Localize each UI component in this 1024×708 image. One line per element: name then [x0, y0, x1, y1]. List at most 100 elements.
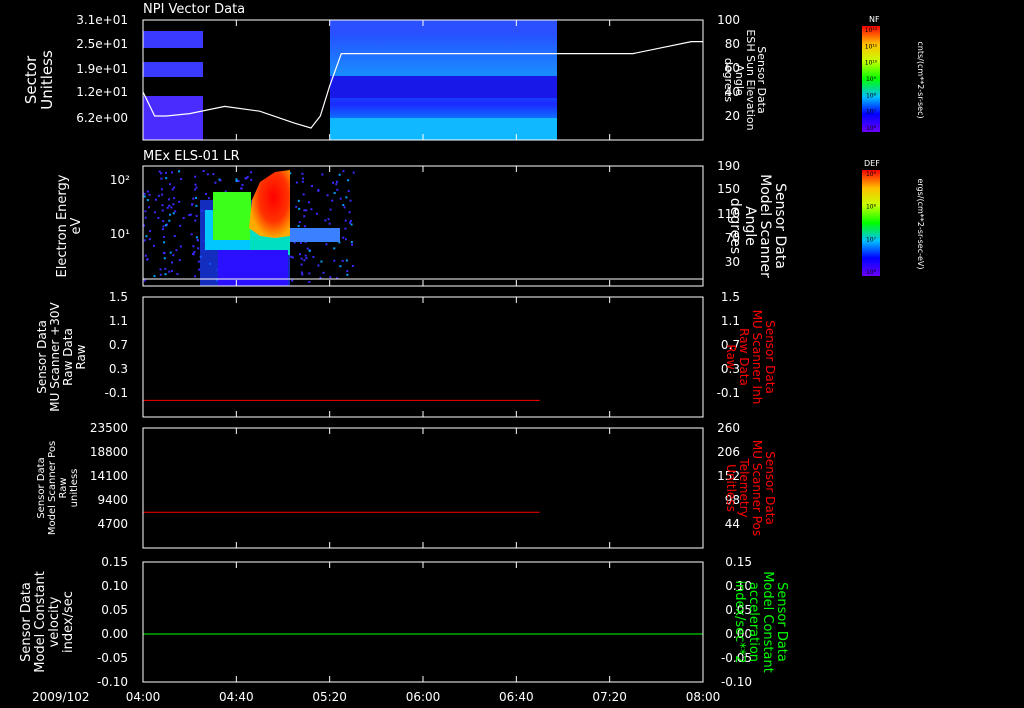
els-dot: [206, 173, 209, 176]
els-dot: [193, 188, 196, 191]
colorbar-tick-label: 10⁷: [866, 109, 877, 116]
colorbar-def: DEF 10⁹ 10⁸ 10⁷ 10⁶ ergs/(cm**2-sr-sec-eV): [862, 159, 925, 276]
els-dot: [159, 268, 162, 271]
npi-right-tick: 80: [725, 37, 740, 51]
els-dot: [324, 219, 327, 222]
scanner-pos-right-tick: 44: [725, 517, 740, 531]
els-dot: [190, 233, 193, 236]
els-dot: [350, 241, 353, 244]
scanner-pos-left-tick: 4700: [97, 517, 128, 531]
els-dot: [161, 228, 164, 231]
svg-text:eV: eV: [69, 217, 84, 234]
els-dot: [304, 225, 307, 228]
svg-text:index/sec**2: index/sec**2: [732, 580, 747, 663]
els-dot: [164, 171, 167, 174]
svg-text:Angle: Angle: [742, 206, 758, 246]
panel-els: MEx ELS-01 LR 10² 10¹ 190 150 110 70 30 …: [55, 149, 788, 287]
els-dot: [235, 178, 238, 181]
colorbar-tick-label: 10¹⁰: [865, 60, 878, 67]
els-dot: [165, 177, 168, 180]
els-dot: [347, 179, 350, 182]
els-dot: [198, 268, 201, 271]
els-dot: [345, 196, 348, 199]
colorbar-tick-label: 10⁹: [866, 76, 877, 83]
els-dot: [349, 199, 352, 202]
els-left-tick: 10¹: [110, 227, 130, 241]
els-dot: [182, 216, 185, 219]
els-dot: [347, 189, 350, 192]
els-dot: [212, 173, 215, 176]
constant-right-tick: -0.10: [721, 675, 752, 689]
els-dot: [305, 209, 308, 212]
els-dot: [153, 275, 156, 278]
els-dot: [310, 208, 313, 211]
time-tick-label: 06:00: [406, 690, 441, 704]
els-dot: [300, 257, 303, 260]
els-dot: [350, 223, 353, 226]
els-dot: [170, 206, 173, 209]
els-dot: [320, 260, 323, 263]
mu-raw-left-tick: 1.5: [109, 290, 128, 304]
els-right-tick: 190: [717, 159, 740, 173]
els-dot: [161, 209, 164, 212]
els-dot: [291, 279, 294, 282]
els-dot: [180, 177, 183, 180]
els-dot: [163, 251, 166, 254]
els-dot: [160, 172, 163, 175]
els-spectrogram: [143, 170, 355, 286]
panel-constant: 0.15 0.10 0.05 0.00 -0.05 -0.10 0.15 0.1…: [19, 555, 789, 689]
els-dot: [153, 211, 156, 214]
els-dot: [301, 180, 304, 183]
els-dot: [195, 196, 198, 199]
els-dot: [178, 200, 181, 203]
svg-text:Model Constant: Model Constant: [760, 571, 775, 673]
scanner-pos-frame: [142, 427, 704, 549]
els-dot: [158, 170, 161, 173]
time-tick-label: 04:40: [219, 690, 254, 704]
els-dot: [159, 273, 162, 276]
els-dot: [163, 241, 166, 244]
els-dot: [250, 178, 253, 181]
svg-text:degrees: degrees: [727, 198, 743, 254]
els-dot: [308, 249, 311, 252]
els-dot: [351, 265, 354, 268]
els-dot: [349, 219, 352, 222]
time-tick-label: 05:20: [312, 690, 347, 704]
els-dot: [310, 185, 313, 188]
els-right-tick: 30: [725, 255, 740, 269]
svg-text:Raw: Raw: [724, 344, 738, 369]
els-dot: [154, 198, 157, 201]
npi-band-top: [330, 20, 557, 34]
els-dot: [144, 216, 147, 219]
npi-left-tick: 2.5e+01: [76, 37, 128, 51]
els-dot: [165, 224, 168, 227]
npi-band-bright: [330, 118, 557, 140]
chart-canvas: NPI Vector Data 3.1e+01 2.5e+01 1.9e+01 …: [19, 2, 925, 704]
els-dot: [240, 187, 243, 190]
els-dot: [305, 257, 308, 260]
els-dot: [148, 206, 151, 209]
els-dot: [168, 219, 171, 222]
colorbar-tick-label: 10⁸: [866, 204, 877, 211]
els-dot: [191, 203, 194, 206]
els-dot: [338, 173, 341, 176]
svg-text:index/sec: index/sec: [61, 591, 76, 653]
els-dot: [168, 270, 171, 273]
els-dot: [161, 193, 164, 196]
els-left-tick: 10²: [110, 173, 130, 187]
els-dot: [317, 264, 320, 267]
els-dot: [351, 243, 354, 246]
els-dot: [143, 239, 146, 242]
els-dot: [157, 194, 160, 197]
els-dot: [308, 272, 311, 275]
els-dot: [250, 171, 253, 174]
colorbar-tick-label: 10⁹: [866, 171, 877, 178]
els-dot: [202, 170, 205, 173]
els-dot: [326, 194, 329, 197]
els-dot: [342, 236, 345, 239]
svg-text:Raw Data: Raw Data: [737, 328, 751, 386]
els-dot: [298, 253, 301, 256]
els-dot: [342, 170, 345, 173]
els-dot: [189, 213, 192, 216]
els-dot: [342, 204, 345, 207]
